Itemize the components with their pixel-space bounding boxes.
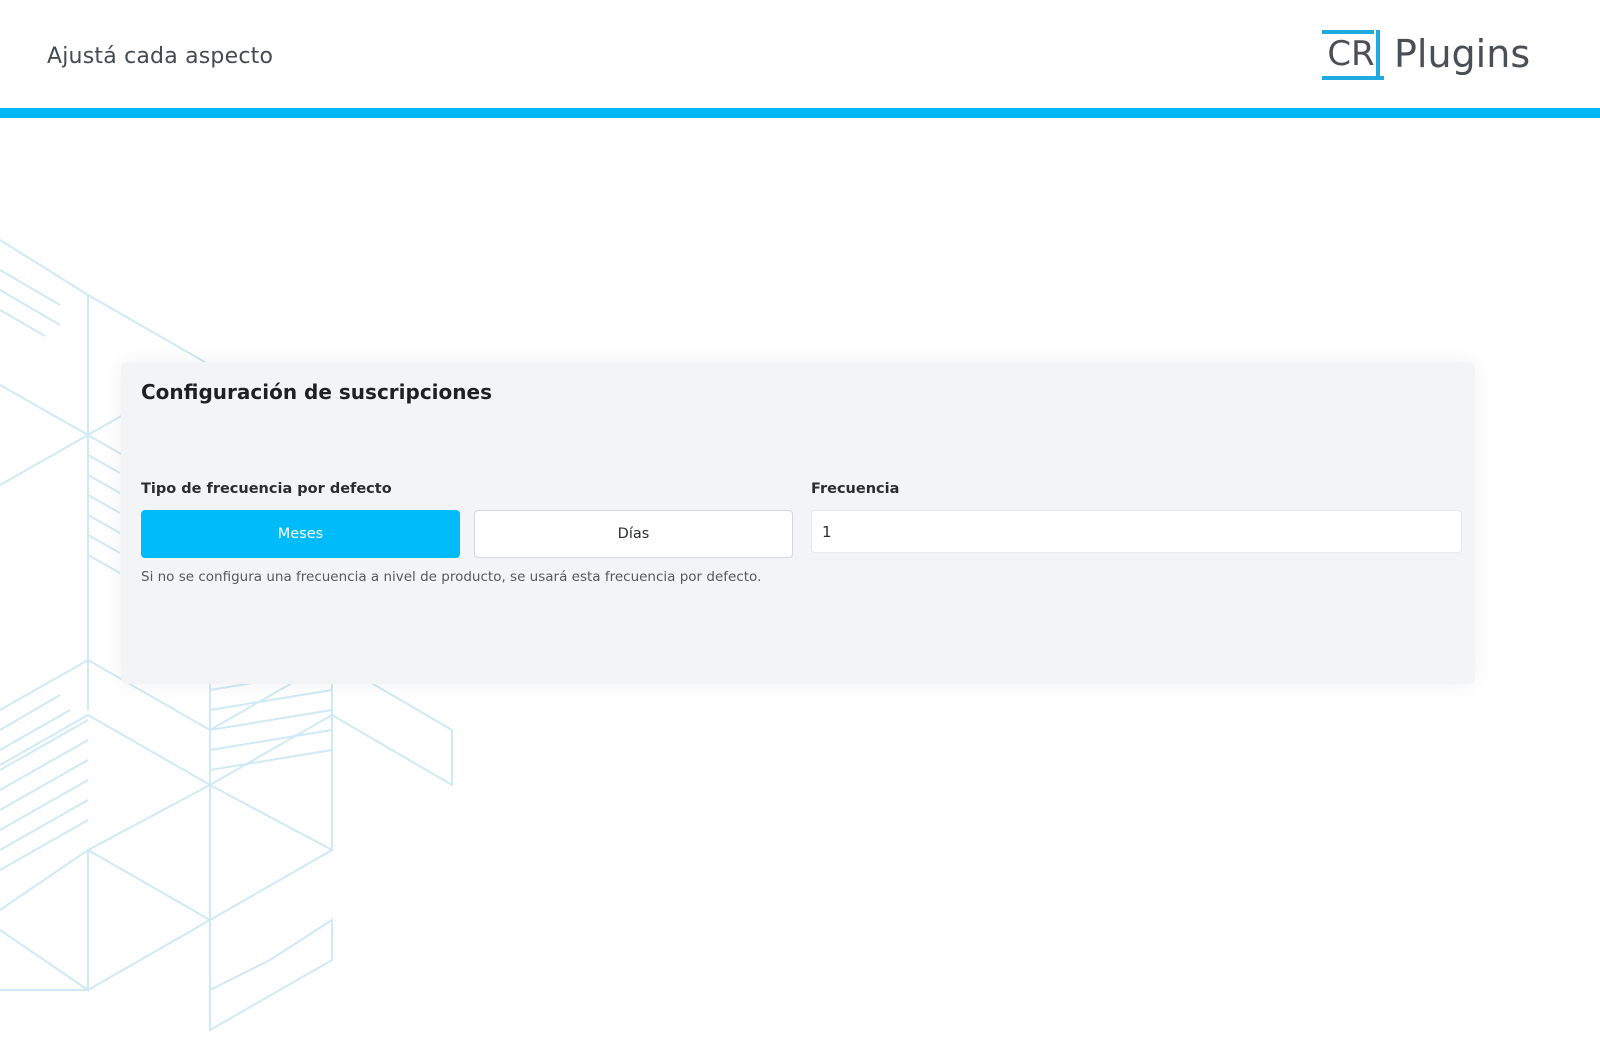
card-title: Configuración de suscripciones bbox=[141, 380, 492, 404]
frequency-type-label: Tipo de frecuencia por defecto bbox=[141, 481, 392, 497]
page: Ajustá cada aspecto CR Plugins Configura… bbox=[0, 0, 1600, 1050]
frequency-input[interactable] bbox=[811, 510, 1462, 553]
frequency-type-months-button[interactable]: Meses bbox=[141, 510, 460, 558]
subscription-settings-card: Configuración de suscripciones Tipo de f… bbox=[121, 362, 1475, 684]
logo-mark-text: CR bbox=[1327, 34, 1375, 74]
header-title: Ajustá cada aspecto bbox=[47, 44, 274, 69]
logo-mark: CR bbox=[1322, 30, 1384, 80]
accent-bar bbox=[0, 108, 1600, 118]
frequency-type-help-text: Si no se configura una frecuencia a nive… bbox=[141, 569, 762, 585]
header: Ajustá cada aspecto CR Plugins bbox=[0, 0, 1600, 108]
logo-mark-underline bbox=[1322, 76, 1384, 80]
frequency-type-days-button[interactable]: Días bbox=[474, 510, 793, 558]
logo-text: Plugins bbox=[1394, 32, 1531, 76]
frequency-label: Frecuencia bbox=[811, 481, 900, 497]
cr-plugins-logo: CR Plugins bbox=[1322, 27, 1530, 81]
